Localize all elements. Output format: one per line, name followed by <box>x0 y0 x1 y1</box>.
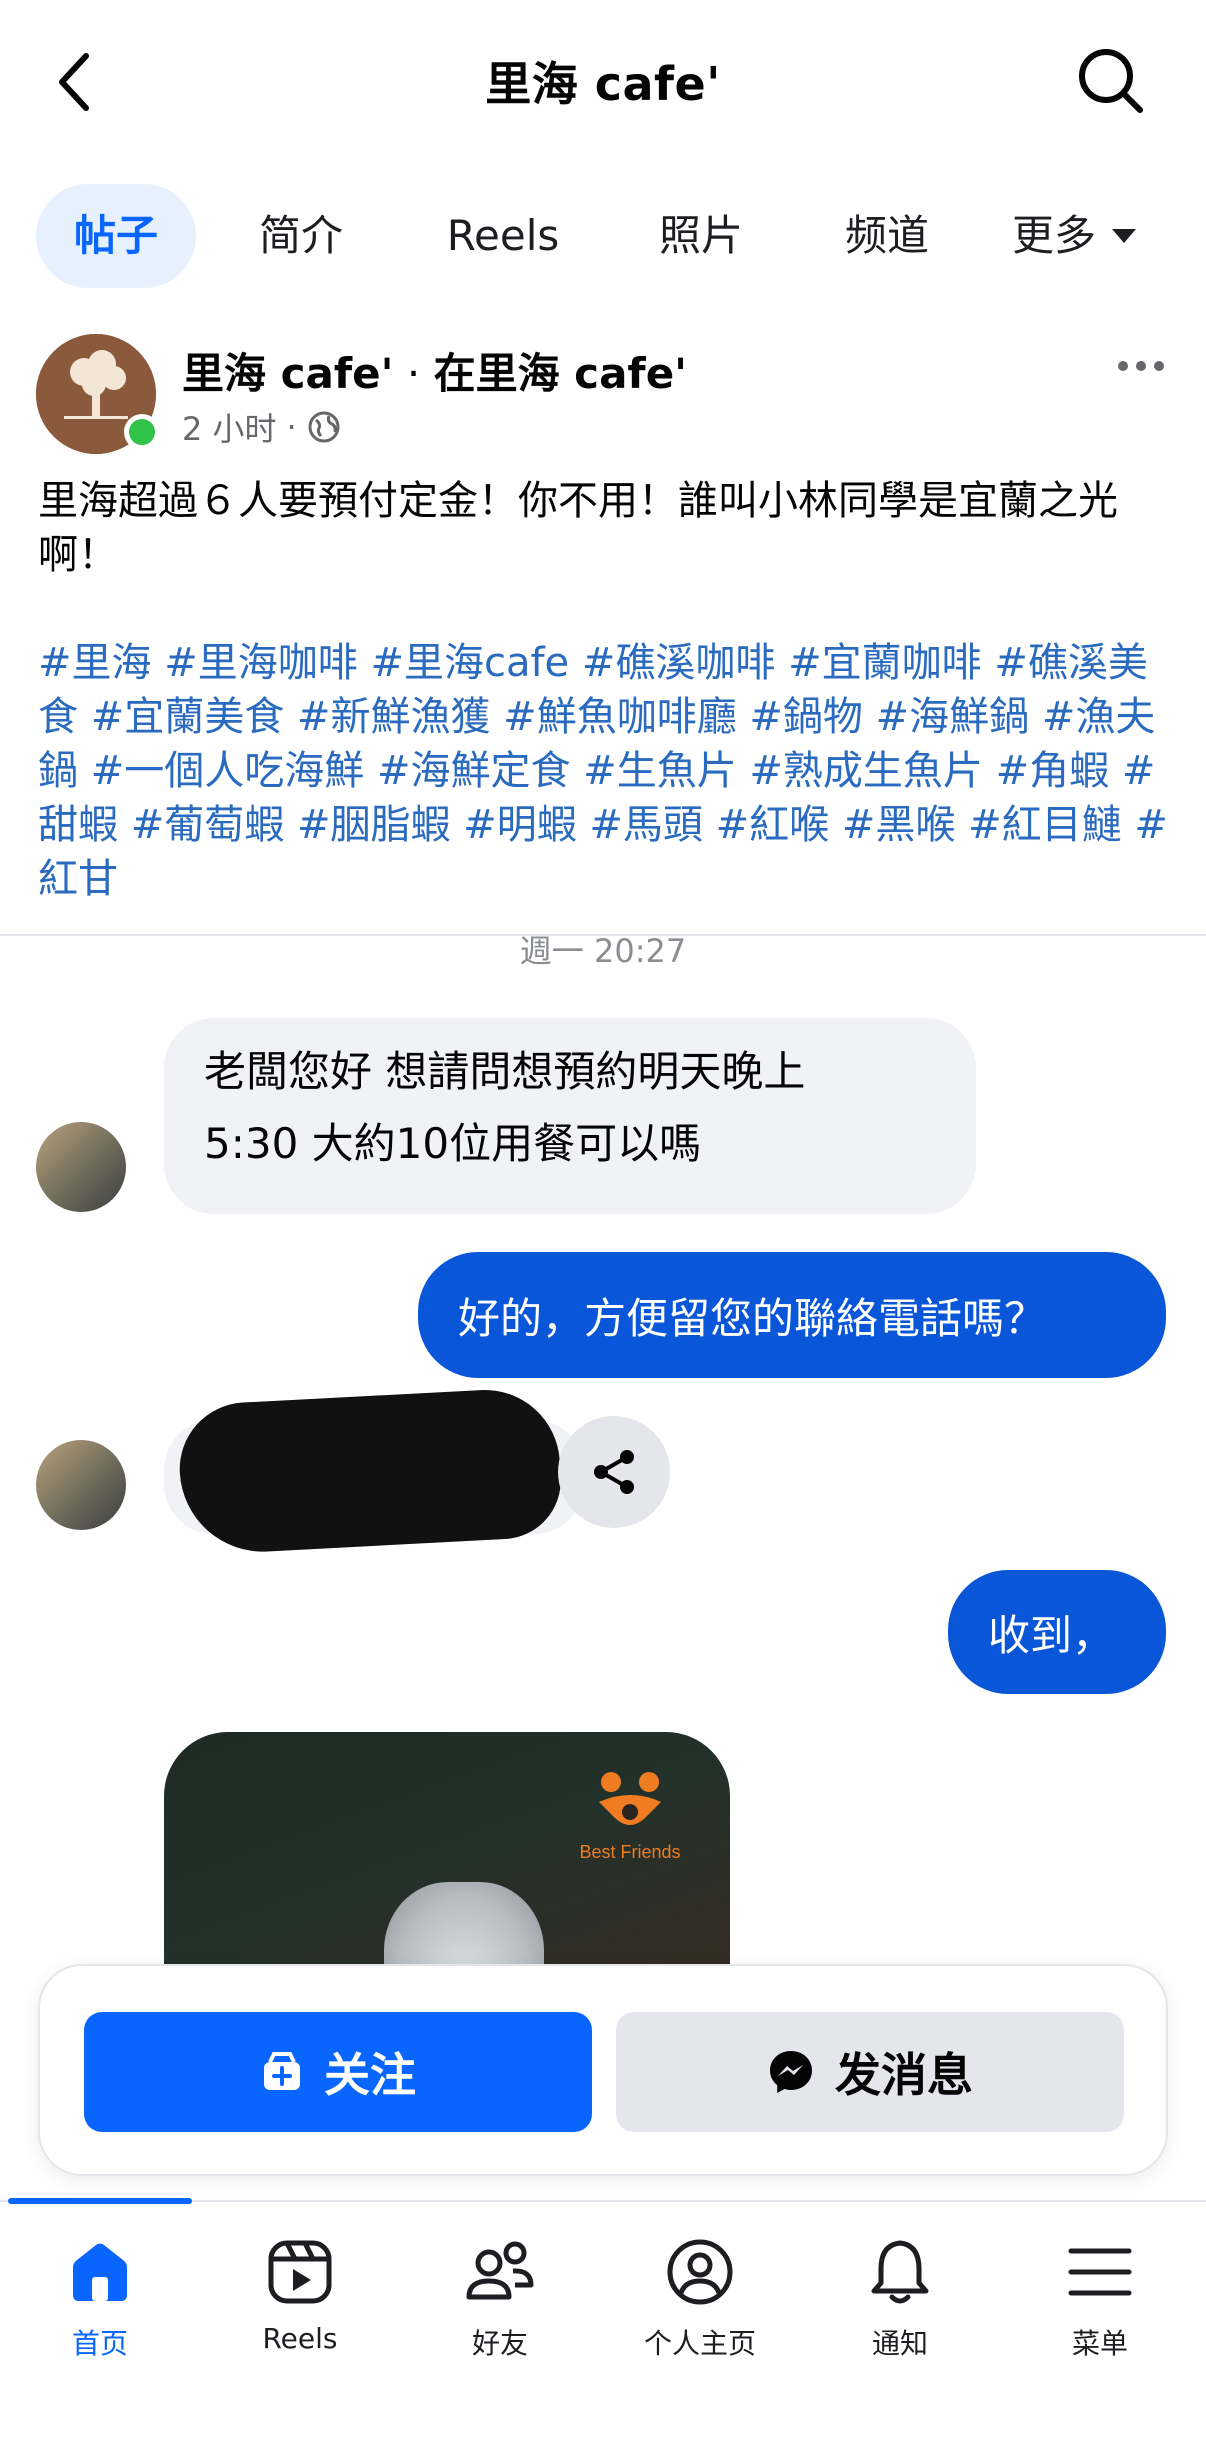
location-separator: · <box>406 349 421 398</box>
tab-more[interactable]: 更多 <box>1012 184 1192 288</box>
tab-channels[interactable]: 频道 <box>822 184 952 288</box>
redacted-phone-number <box>176 1386 564 1556</box>
tab-more-label: 更多 <box>1012 211 1097 260</box>
best-friends-logo: Best Friends <box>570 1768 690 1863</box>
messenger-icon <box>770 2051 812 2093</box>
nav-profile-label: 个人主页 <box>643 2327 756 2360</box>
post-header: 里海 cafe' · 在里海 cafe' 2 小时 · <box>36 330 1176 460</box>
post-image-chat-screenshot[interactable]: 週一 20:27 老闆您好 想請問想預約明天晚上 5:30 大約10位用餐可以嗎… <box>0 934 1206 1964</box>
send-message-button[interactable]: 发消息 <box>616 2012 1124 2132</box>
post-author-line: 里海 cafe' · 在里海 cafe' <box>182 340 687 401</box>
author-name[interactable]: 里海 cafe' <box>182 349 393 398</box>
bell-icon <box>871 2240 929 2304</box>
meta-dot: · <box>286 408 297 446</box>
dot-icon <box>1154 361 1164 371</box>
caret-down-icon <box>1112 229 1137 243</box>
nav-friends-label: 好友 <box>471 2327 528 2360</box>
customer-message-line1: 老闆您好 想請問想預約明天晚上 <box>204 1047 806 1096</box>
nav-menu-label: 菜单 <box>1071 2327 1128 2360</box>
reply-received: 收到， <box>948 1570 1166 1694</box>
more-options-button[interactable] <box>1106 346 1176 386</box>
nav-menu[interactable]: 菜单 <box>1000 2232 1200 2382</box>
page-title: 里海 cafe' <box>485 57 721 111</box>
post-hashtags[interactable]: #里海 #里海咖啡 #里海cafe #礁溪咖啡 #宜蘭咖啡 #礁溪美食 #宜蘭美… <box>38 636 1178 906</box>
nav-notifications-label: 通知 <box>871 2327 928 2360</box>
post-meta: 2 小时 · <box>182 404 341 450</box>
profile-tabs: 帖子 简介 Reels 照片 频道 更多 <box>0 180 1206 292</box>
message-label: 发消息 <box>835 2048 973 2102</box>
tab-reels[interactable]: Reels <box>428 184 578 288</box>
customer-avatar <box>36 1122 126 1212</box>
home-icon <box>73 2243 127 2301</box>
pet-face-icon <box>599 1772 661 1825</box>
share-icon <box>594 1450 634 1494</box>
tab-posts[interactable]: 帖子 <box>36 184 196 288</box>
tab-photos[interactable]: 照片 <box>636 184 766 288</box>
customer-message-line2: 5:30 大約10位用餐可以嗎 <box>204 1119 702 1168</box>
page-avatar[interactable] <box>36 334 160 454</box>
nav-profile[interactable]: 个人主页 <box>600 2232 800 2382</box>
dot-icon <box>1136 361 1146 371</box>
nav-home-label: 首页 <box>71 2327 128 2360</box>
location-name[interactable]: 在里海 cafe' <box>434 349 687 398</box>
search-button[interactable] <box>1068 38 1152 122</box>
nav-notifications[interactable]: 通知 <box>800 2232 1000 2382</box>
friends-icon <box>466 2241 534 2300</box>
nav-home[interactable]: 首页 <box>0 2232 200 2382</box>
nav-friends[interactable]: 好友 <box>400 2232 600 2382</box>
globe-icon <box>308 411 340 443</box>
chat-timestamp: 週一 20:27 <box>519 934 687 970</box>
cat-photo <box>384 1882 544 1964</box>
page-action-panel: 关注 发消息 <box>38 1964 1168 2176</box>
follow-page-icon <box>264 2052 300 2090</box>
dot-icon <box>1118 361 1128 371</box>
online-status-dot <box>124 414 160 450</box>
customer-avatar <box>36 1440 126 1530</box>
shared-media-card: Best Friends <box>164 1732 730 1964</box>
follow-button[interactable]: 关注 <box>84 2012 592 2132</box>
post-text: 里海超過６人要預付定金！你不用！誰叫小林同學是宜蘭之光啊！ <box>38 478 1118 578</box>
nav-reels-label: Reels <box>262 2322 338 2355</box>
active-tab-indicator <box>8 2198 192 2204</box>
facebook-page-view: 里海 cafe' 帖子 简介 Reels 照片 频道 更多 里海 cafe' ·… <box>0 0 1206 2439</box>
profile-icon <box>667 2239 733 2305</box>
search-icon <box>1079 49 1143 113</box>
nav-reels[interactable]: Reels <box>200 2232 400 2382</box>
reels-icon <box>268 2240 332 2304</box>
follow-label: 关注 <box>324 2048 416 2102</box>
best-friends-label: Best Friends <box>579 1842 681 1862</box>
reply-phone-request: 好的，方便留您的聯絡電話嗎？ <box>418 1252 1166 1378</box>
bottom-navigation: 首页 Reels 好友 个人主页 通知 菜单 <box>0 2198 1206 2439</box>
customer-message: 老闆您好 想請問想預約明天晚上 5:30 大約10位用餐可以嗎 <box>164 1018 976 1214</box>
post-time[interactable]: 2 小时 <box>182 404 277 450</box>
tab-about[interactable]: 简介 <box>236 184 366 288</box>
top-bar: 里海 cafe' <box>0 0 1206 168</box>
menu-icon <box>1068 2248 1132 2296</box>
share-button[interactable] <box>558 1416 670 1528</box>
